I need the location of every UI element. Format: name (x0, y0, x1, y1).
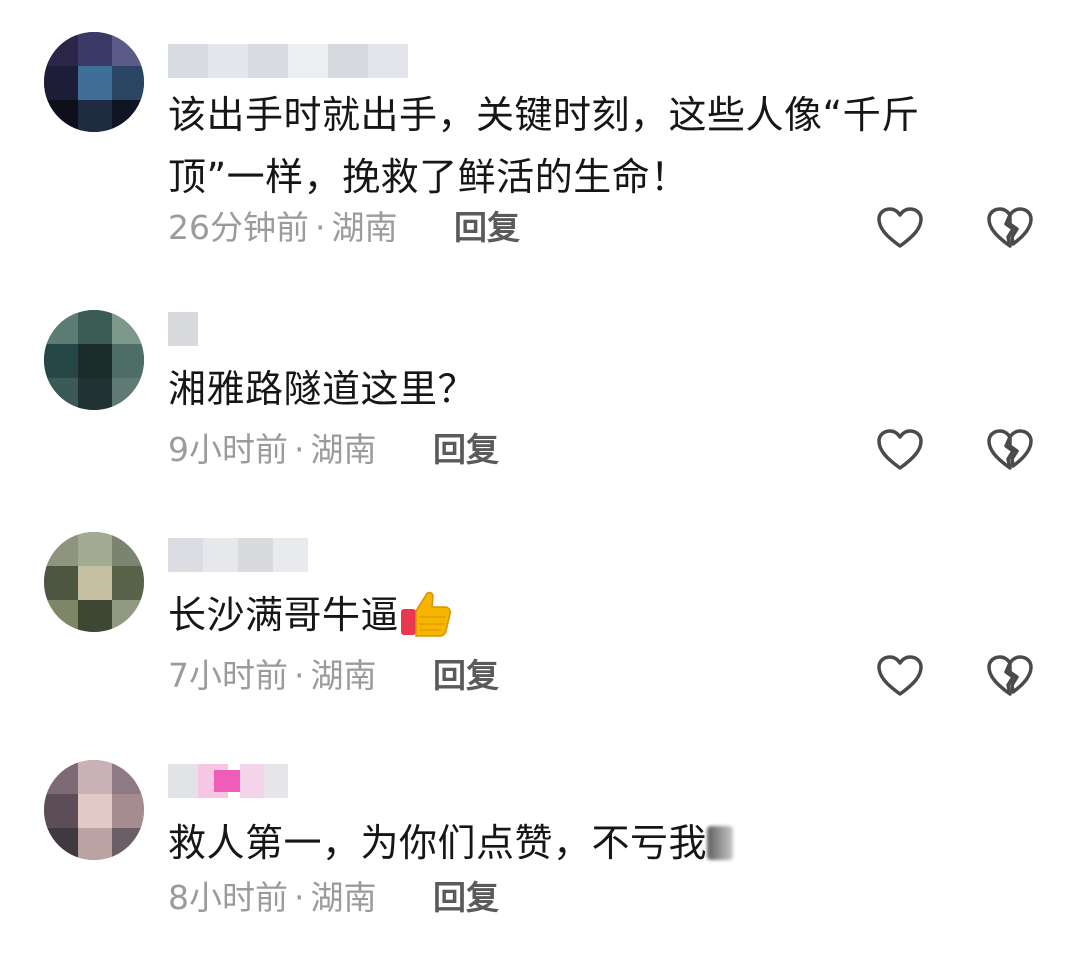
username-blurred[interactable] (168, 764, 288, 798)
comment-text-line: 救人第一，为你们点赞，不亏我 (168, 821, 708, 865)
comment-location: 湖南 (310, 430, 377, 469)
meta-separator: · (294, 430, 305, 469)
meta-separator: · (294, 656, 305, 695)
broken-heart-icon[interactable] (986, 654, 1034, 698)
broken-heart-icon[interactable] (986, 206, 1034, 250)
comment-time: 8小时前 (168, 878, 288, 917)
username-blurred[interactable] (168, 538, 308, 572)
comment-time: 7小时前 (168, 656, 288, 695)
reply-button[interactable]: 回复 (433, 878, 499, 917)
comment-meta: 26分钟前 · 湖南 回复 (168, 208, 520, 248)
comment-time: 26分钟前 (168, 208, 309, 247)
comment-text: 救人第一，为你们点赞，不亏我 (168, 812, 1008, 874)
username-blurred[interactable] (168, 312, 198, 346)
broken-heart-icon[interactable] (986, 428, 1034, 472)
comment-time: 9小时前 (168, 430, 288, 469)
comment-meta: 9小时前 · 湖南 回复 (168, 430, 499, 470)
thumbs-up-icon (401, 591, 452, 637)
comment-text: 长沙满哥牛逼 (168, 584, 1008, 646)
comment-meta: 8小时前 · 湖南 回复 (168, 878, 499, 918)
meta-separator: · (294, 878, 305, 917)
heart-outline-icon[interactable] (876, 206, 924, 250)
heart-outline-icon[interactable] (876, 428, 924, 472)
reply-button[interactable]: 回复 (433, 430, 499, 469)
avatar[interactable] (44, 310, 144, 410)
avatar[interactable] (44, 532, 144, 632)
comment-text-line: 湘雅路隧道这里？ (168, 367, 477, 411)
comment-meta: 7小时前 · 湖南 回复 (168, 656, 499, 696)
avatar[interactable] (44, 32, 144, 132)
comment-text-line: 顶”一样，挽救了鲜活的生命！ (168, 155, 689, 199)
comment-text-line: 长沙满哥牛逼 (168, 593, 400, 637)
comment-text-line: 该出手时就出手，关键时刻，这些人像“千斤 (168, 93, 920, 137)
username-blurred[interactable] (168, 44, 408, 78)
blurred-emoji (707, 825, 734, 860)
comment-text: 该出手时就出手，关键时刻，这些人像“千斤 顶”一样，挽救了鲜活的生命！ (168, 84, 1008, 208)
heart-outline-icon[interactable] (876, 654, 924, 698)
meta-separator: · (315, 208, 326, 247)
avatar[interactable] (44, 760, 144, 860)
comment-location: 湖南 (310, 656, 377, 695)
reply-button[interactable]: 回复 (433, 656, 499, 695)
comment-location: 湖南 (310, 878, 377, 917)
comment-location: 湖南 (331, 208, 398, 247)
reply-button[interactable]: 回复 (454, 208, 520, 247)
comment-text: 湘雅路隧道这里？ (168, 358, 1008, 420)
